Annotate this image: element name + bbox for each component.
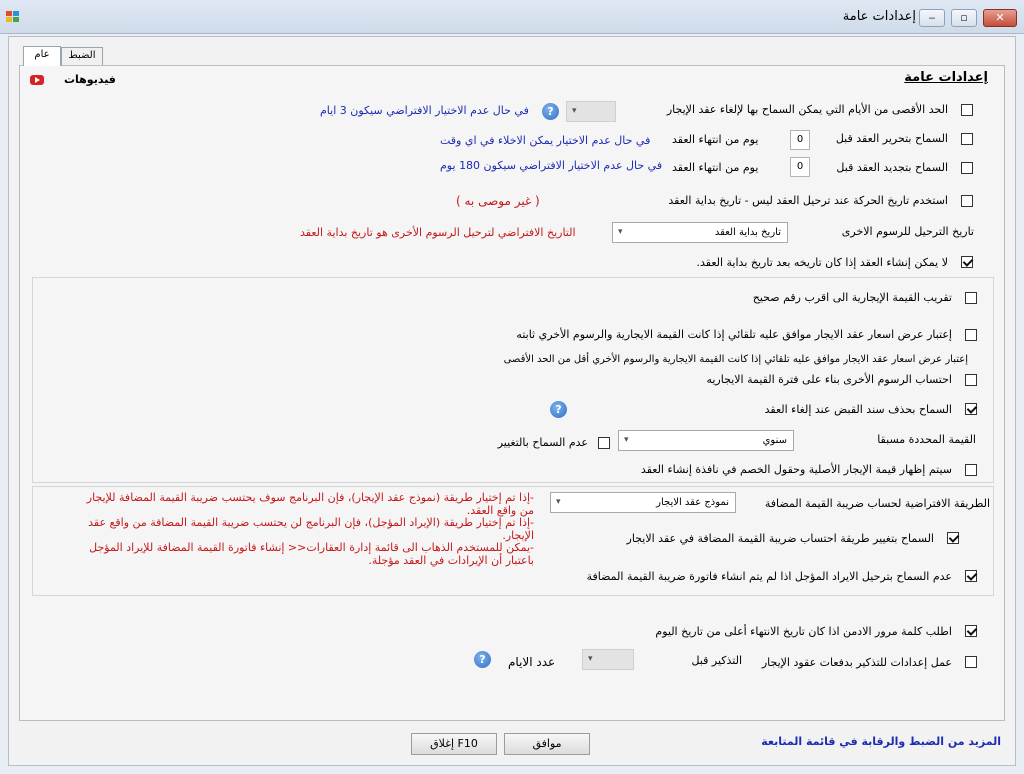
calc-other-fees-checkbox[interactable] [965, 374, 977, 386]
renew-before-checkbox[interactable] [961, 162, 973, 174]
vat-block-posting-label: عدم السماح بترحيل الايراد المؤجل اذا لم … [586, 570, 952, 583]
edit-before-checkbox[interactable] [961, 133, 973, 145]
edit-before-days-input[interactable]: 0 [790, 130, 810, 150]
round-rent-label: تقريب القيمة الإيجارية الى اقرب رقم صحيح [752, 291, 952, 304]
calc-other-fees-label: احتساب الرسوم الأخرى بناء على فترة القيم… [706, 373, 952, 386]
help-icon[interactable]: ? [542, 103, 559, 120]
edit-before-unit: يوم من انتهاء العقد [672, 133, 759, 146]
close-f10-button[interactable]: إغلاق F10 [411, 733, 497, 755]
dialog-client-area: عام الضبط إعدادات عامة فيديوهات الحد الأ… [8, 36, 1016, 766]
title-bar: إعدادات عامة ‒ ▫ ✕ [0, 0, 1024, 34]
youtube-icon[interactable] [30, 75, 44, 85]
delete-receipt-checkbox[interactable] [965, 403, 977, 415]
chevron-down-icon: ▾ [556, 497, 561, 507]
show-original-checkbox[interactable] [965, 464, 977, 476]
use-move-date-checkbox[interactable] [961, 195, 973, 207]
renew-before-hint: في حال عدم الاختيار الافتراضي سيكون 180 … [440, 159, 663, 172]
max-days-checkbox[interactable] [961, 104, 973, 116]
window-title: إعدادات عامة [842, 9, 916, 24]
admin-password-checkbox[interactable] [965, 625, 977, 637]
no-change-label: عدم السماح بالتغيير [497, 436, 588, 449]
vat-allow-change-label: السماح بتغيير طريقة احتساب ضريبة القيمة … [626, 532, 934, 545]
more-settings-link[interactable]: المزيد من الضبط والرقابة في قائمة المتاب… [761, 735, 1001, 748]
videos-link[interactable]: فيديوهات [64, 73, 116, 86]
help-icon[interactable]: ? [474, 651, 491, 668]
edit-before-label: السماح بتحرير العقد قبل [835, 132, 948, 145]
chevron-down-icon: ▾ [572, 106, 577, 116]
quote-fixed-checkbox[interactable] [965, 329, 977, 341]
help-icon[interactable]: ? [550, 401, 567, 418]
max-days-combo[interactable]: ▾ [566, 101, 616, 122]
chevron-down-icon: ▾ [624, 435, 629, 445]
close-button[interactable]: ✕ [983, 9, 1017, 27]
quote-less-label: إعتبار عرض اسعار عقد الايجار موافق عليه … [503, 354, 968, 365]
minimize-button[interactable]: ‒ [919, 9, 945, 27]
vat-notes: -إذا تم إختيار طريقة (نموذج عقد الإيجار)… [34, 491, 534, 567]
delete-receipt-label: السماح بحذف سند القبض عند إلغاء العقد [764, 403, 952, 416]
admin-password-label: اطلب كلمة مرور الادمن اذا كان تاريخ الان… [655, 625, 952, 638]
vat-note-line: -إذا تم إختيار طريقة (الإيراد المؤجل)، ف… [88, 516, 534, 529]
other-fees-date-select[interactable]: تاريخ بداية العقد ▾ [612, 222, 788, 243]
vat-method-select[interactable]: نموذج عقد الايجار ▾ [550, 492, 736, 513]
no-change-checkbox[interactable] [598, 437, 610, 449]
days-count-label: عدد الايام [508, 655, 556, 669]
reminder-settings-checkbox[interactable] [965, 656, 977, 668]
show-original-label: سيتم إظهار قيمة الإيجار الأصلية وحقول ال… [640, 463, 952, 476]
vat-note-line: -يمكن للمستخدم الذهاب الى قائمة إدارة ال… [89, 541, 534, 554]
max-days-label: الحد الأقصى من الأيام التي يمكن السماح ب… [666, 103, 948, 116]
tab-control[interactable]: الضبط [61, 47, 103, 65]
restore-button[interactable]: ▫ [951, 9, 977, 27]
max-days-hint: في حال عدم الاختيار الافتراضي سيكون 3 اي… [320, 104, 529, 117]
vat-note-line: -إذا تم إختيار طريقة (نموذج عقد الإيجار)… [86, 491, 534, 504]
vat-allow-change-checkbox[interactable] [947, 532, 959, 544]
not-recommended-note: ( غير موصى به ) [456, 194, 540, 208]
renew-before-label: السماح بتجديد العقد قبل [836, 161, 948, 174]
no-create-after-start-label: لا يمكن إنشاء العقد إذا كان تاريخه بعد ت… [696, 256, 948, 269]
other-fees-date-hint: التاريخ الافتراضي لترحيل الرسوم الأخرى ه… [300, 226, 576, 239]
other-fees-date-label: تاريخ الترحيل للرسوم الاخرى [841, 225, 974, 238]
round-rent-checkbox[interactable] [965, 292, 977, 304]
chevron-down-icon: ▾ [588, 654, 593, 664]
renew-before-unit: يوم من انتهاء العقد [672, 161, 759, 174]
remind-before-label: التذكير قبل [691, 654, 742, 667]
vat-block-posting-checkbox[interactable] [965, 570, 977, 582]
tab-general[interactable]: عام [23, 46, 61, 66]
preset-value: سنوي [762, 435, 787, 446]
preset-value-select[interactable]: سنوي ▾ [618, 430, 794, 451]
other-fees-date-value: تاريخ بداية العقد [714, 227, 781, 238]
preset-value-label: القيمة المحددة مسبقا [877, 433, 976, 446]
tab-panel-general: إعدادات عامة فيديوهات الحد الأقصى من الأ… [19, 65, 1005, 721]
app-icon [6, 11, 20, 23]
edit-before-hint: في حال عدم الاختيار يمكن الاخلاء في اي و… [440, 134, 651, 147]
vat-note-line: باعتبار أن الإيرادات في العقد مؤجلة. [368, 553, 534, 567]
reminder-settings-label: عمل إعدادات للتذكير بدفعات عقود الإيجار [761, 656, 952, 669]
reminder-days-combo[interactable]: ▾ [582, 649, 634, 670]
quote-fixed-label: إعتبار عرض اسعار عقد الايجار موافق عليه … [516, 328, 952, 341]
vat-method-value: نموذج عقد الايجار [656, 497, 729, 508]
vat-method-label: الطريقة الافتراضية لحساب ضريبة القيمة ال… [764, 497, 990, 510]
chevron-down-icon: ▾ [618, 227, 623, 237]
no-create-after-start-checkbox[interactable] [961, 256, 973, 268]
renew-before-days-input[interactable]: 0 [790, 157, 810, 177]
ok-button[interactable]: موافق [504, 733, 590, 755]
section-heading: إعدادات عامة [904, 70, 988, 85]
use-move-date-label: استخدم تاريخ الحركة عند ترحيل العقد ليس … [668, 194, 948, 207]
